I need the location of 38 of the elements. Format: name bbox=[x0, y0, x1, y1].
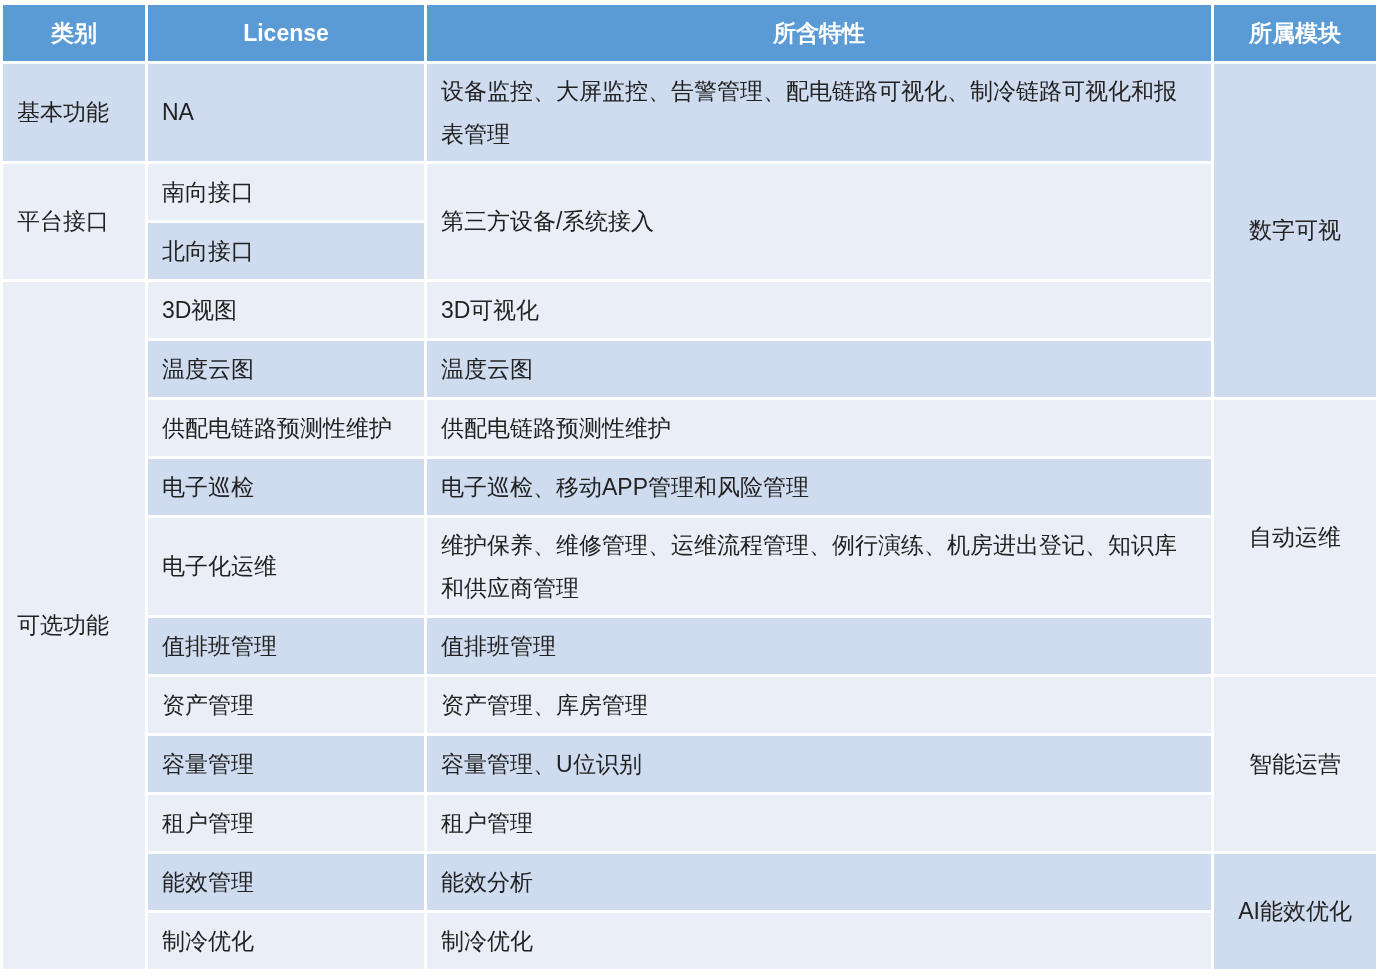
category-cell: 可选功能 bbox=[3, 282, 145, 969]
license-cell: 供配电链路预测性维护 bbox=[148, 400, 424, 456]
module-cell: 数字可视 bbox=[1214, 64, 1376, 397]
feature-cell: 温度云图 bbox=[427, 341, 1211, 397]
license-cell: 南向接口 bbox=[148, 164, 424, 220]
license-cell: 电子巡检 bbox=[148, 459, 424, 515]
feature-cell: 资产管理、库房管理 bbox=[427, 677, 1211, 733]
license-cell: 制冷优化 bbox=[148, 913, 424, 969]
feature-cell: 供配电链路预测性维护 bbox=[427, 400, 1211, 456]
module-cell: 自动运维 bbox=[1214, 400, 1376, 674]
license-cell: 值排班管理 bbox=[148, 618, 424, 674]
feature-cell: 第三方设备/系统接入 bbox=[427, 164, 1211, 279]
feature-cell: 3D可视化 bbox=[427, 282, 1211, 338]
license-cell: 3D视图 bbox=[148, 282, 424, 338]
column-header: 类别 bbox=[3, 5, 145, 61]
column-header: 所含特性 bbox=[427, 5, 1211, 61]
feature-cell: 制冷优化 bbox=[427, 913, 1211, 969]
license-cell: NA bbox=[148, 64, 424, 161]
feature-cell: 租户管理 bbox=[427, 795, 1211, 851]
module-cell: AI能效优化 bbox=[1214, 854, 1376, 969]
license-cell: 电子化运维 bbox=[148, 518, 424, 615]
feature-cell: 能效分析 bbox=[427, 854, 1211, 910]
license-cell: 资产管理 bbox=[148, 677, 424, 733]
feature-cell: 设备监控、大屏监控、告警管理、配电链路可视化、制冷链路可视化和报表管理 bbox=[427, 64, 1211, 161]
column-header: License bbox=[148, 5, 424, 61]
feature-cell: 值排班管理 bbox=[427, 618, 1211, 674]
license-cell: 能效管理 bbox=[148, 854, 424, 910]
feature-cell: 维护保养、维修管理、运维流程管理、例行演练、机房进出登记、知识库和供应商管理 bbox=[427, 518, 1211, 615]
module-cell: 智能运营 bbox=[1214, 677, 1376, 851]
license-cell: 租户管理 bbox=[148, 795, 424, 851]
feature-cell: 电子巡检、移动APP管理和风险管理 bbox=[427, 459, 1211, 515]
license-cell: 北向接口 bbox=[148, 223, 424, 279]
license-cell: 容量管理 bbox=[148, 736, 424, 792]
feature-cell: 容量管理、U位识别 bbox=[427, 736, 1211, 792]
license-cell: 温度云图 bbox=[148, 341, 424, 397]
category-cell: 基本功能 bbox=[3, 64, 145, 161]
column-header: 所属模块 bbox=[1214, 5, 1376, 61]
category-cell: 平台接口 bbox=[3, 164, 145, 279]
